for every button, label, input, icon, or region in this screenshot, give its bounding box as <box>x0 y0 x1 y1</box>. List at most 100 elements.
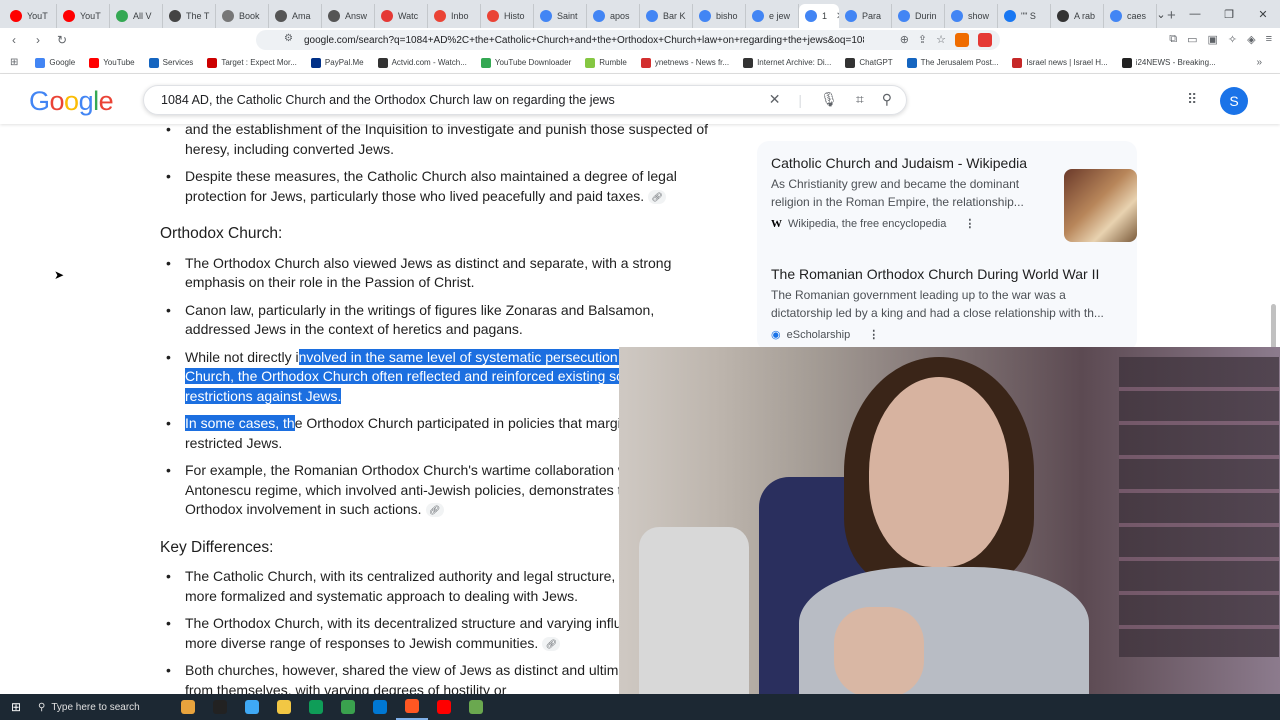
share-icon[interactable]: ⇪ <box>918 33 927 47</box>
star-icon[interactable]: ☆ <box>936 33 946 47</box>
browser-tab[interactable]: Histo <box>481 4 534 28</box>
search-icon[interactable]: ⚲ <box>882 91 892 108</box>
taskbar-app-icon[interactable] <box>332 694 364 720</box>
restore-button[interactable]: ❐ <box>1212 8 1246 21</box>
bookmark-item[interactable]: The Jerusalem Post... <box>900 57 1006 68</box>
minimize-button[interactable]: — <box>1178 8 1212 20</box>
bookmark-item[interactable]: YouTube <box>82 57 141 68</box>
bookmark-item[interactable]: PayPal.Me <box>304 57 371 68</box>
mic-icon[interactable]: 🎙︎ <box>820 91 838 108</box>
google-apps-icon[interactable]: ⠿ <box>1187 91 1197 108</box>
mouse-cursor-icon: ➤ <box>54 268 65 282</box>
forward-icon[interactable]: › <box>28 33 48 47</box>
browser-tab[interactable]: Book <box>216 4 269 28</box>
source-title[interactable]: The Romanian Orthodox Church During Worl… <box>771 266 1131 282</box>
site-info-icon[interactable]: ⚙ <box>284 33 293 44</box>
taskbar-search[interactable]: ⚲ Type here to search <box>32 694 172 720</box>
browser-tab[interactable]: Saint <box>534 4 587 28</box>
escholarship-icon: ◉ <box>771 329 781 341</box>
back-icon[interactable]: ‹ <box>4 33 24 47</box>
browser-tab[interactable]: "" S <box>998 4 1051 28</box>
browser-tab[interactable]: e jew <box>746 4 799 28</box>
browser-tab[interactable]: A rab <box>1051 4 1104 28</box>
source-link-icon[interactable]: 🔗︎ <box>425 503 444 518</box>
source-link-icon[interactable]: 🔗︎ <box>648 189 667 204</box>
browser-tab[interactable]: Inbo <box>428 4 481 28</box>
leo-icon[interactable]: ✧ <box>1228 33 1237 46</box>
bookmark-item[interactable]: Actvid.com - Watch... <box>371 57 474 68</box>
tab-favicon-icon <box>540 10 552 22</box>
bookmark-item[interactable]: YouTube Downloader <box>474 57 578 68</box>
lens-icon[interactable]: ⌗ <box>856 91 864 108</box>
tab-search-icon[interactable]: ⌄ <box>1144 8 1178 21</box>
list-item: and the establishment of the Inquisition… <box>160 124 720 159</box>
url-text: google.com/search?q=1084+AD%2C+the+Catho… <box>304 34 864 46</box>
extensions-icon[interactable]: ⧉ <box>1169 33 1177 46</box>
browser-tab[interactable]: All V <box>110 4 163 28</box>
brave-shield-icon[interactable] <box>955 33 969 47</box>
bookmark-item[interactable]: Rumble <box>578 57 634 68</box>
browser-tab[interactable]: Ama <box>269 4 322 28</box>
zoom-icon[interactable]: ⊕ <box>900 33 909 47</box>
vpn-icon[interactable]: ◈ <box>1247 33 1255 46</box>
address-bar[interactable]: ⚙ google.com/search?q=1084+AD%2C+the+Cat… <box>256 30 1000 50</box>
bookmark-item[interactable]: Internet Archive: Di... <box>736 57 838 68</box>
taskbar-app-icon[interactable] <box>300 694 332 720</box>
bookmark-item[interactable]: ChatGPT <box>838 57 899 68</box>
browser-tab[interactable]: Watc <box>375 4 428 28</box>
browser-tab[interactable]: Para <box>839 4 892 28</box>
more-options-icon[interactable]: ⋮ <box>964 217 975 230</box>
bookmark-label: Target : Expect Mor... <box>221 58 297 67</box>
tab-favicon-icon <box>434 10 446 22</box>
more-bookmarks-icon[interactable]: » <box>1256 57 1262 68</box>
tab-favicon-icon <box>169 10 181 22</box>
menu-icon[interactable]: ≡ <box>1266 33 1272 46</box>
avatar[interactable]: S <box>1220 87 1248 115</box>
tab-label: Histo <box>504 11 525 21</box>
tab-active[interactable]: 1✕ <box>799 4 839 28</box>
windows-start-icon[interactable]: ⊞ <box>0 700 32 714</box>
browser-tab[interactable]: Durin <box>892 4 945 28</box>
source-link-icon[interactable]: 🔗︎ <box>542 636 561 651</box>
apps-grid-icon[interactable]: ⊞ <box>10 57 28 68</box>
bookmark-item[interactable]: i24NEWS - Breaking... <box>1115 57 1223 68</box>
browser-tab[interactable]: Answ <box>322 4 375 28</box>
taskbar-app-icon[interactable] <box>396 694 428 720</box>
tab-favicon-icon <box>63 10 75 22</box>
source-thumbnail[interactable] <box>1064 169 1137 242</box>
more-options-icon[interactable]: ⋮ <box>868 328 879 341</box>
browser-tab[interactable]: YouT <box>4 4 57 28</box>
browser-tab[interactable]: show <box>945 4 998 28</box>
clear-icon[interactable]: ✕ <box>769 91 781 108</box>
taskbar-app-icon[interactable] <box>460 694 492 720</box>
taskbar-app-icon[interactable] <box>428 694 460 720</box>
rewards-icon[interactable] <box>978 33 992 47</box>
tab-strip: YouT YouT All V The T Book Ama Answ Watc Inbo His… <box>0 0 1280 28</box>
source-card[interactable]: Catholic Church and Judaism - Wikipedia … <box>771 155 1137 242</box>
bookmark-item[interactable]: Services <box>142 57 201 68</box>
taskbar-app-icon[interactable] <box>236 694 268 720</box>
browser-tab[interactable]: bisho <box>693 4 746 28</box>
search-input[interactable]: 1084 AD, the Catholic Church and the Ort… <box>143 85 907 115</box>
browser-tab[interactable]: apos <box>587 4 640 28</box>
taskbar-app-icon[interactable] <box>204 694 236 720</box>
taskbar-app-icon[interactable] <box>268 694 300 720</box>
browser-tab[interactable]: The T <box>163 4 216 28</box>
sidebar-icon[interactable]: ▭ <box>1187 33 1197 46</box>
tab-favicon-icon <box>646 10 658 22</box>
google-logo[interactable]: Google <box>29 86 114 117</box>
webcam-shelf <box>1119 357 1279 657</box>
bookmark-item[interactable]: Google <box>28 57 82 68</box>
bookmark-item[interactable]: Israel news | Israel H... <box>1005 57 1114 68</box>
taskbar-app-icon[interactable] <box>364 694 396 720</box>
source-card[interactable]: The Romanian Orthodox Church During Worl… <box>771 266 1131 341</box>
bookmark-item[interactable]: ynetnews - News fr... <box>634 57 736 68</box>
browser-tab[interactable]: YouT <box>57 4 110 28</box>
wallet-icon[interactable]: ▣ <box>1207 33 1217 46</box>
taskbar-app-icon[interactable] <box>172 694 204 720</box>
bookmark-item[interactable]: Target : Expect Mor... <box>200 57 304 68</box>
browser-tab[interactable]: Bar K <box>640 4 693 28</box>
reload-icon[interactable]: ↻ <box>52 33 72 47</box>
bookmark-favicon-icon <box>207 57 218 68</box>
close-window-button[interactable]: ✕ <box>1246 8 1280 21</box>
